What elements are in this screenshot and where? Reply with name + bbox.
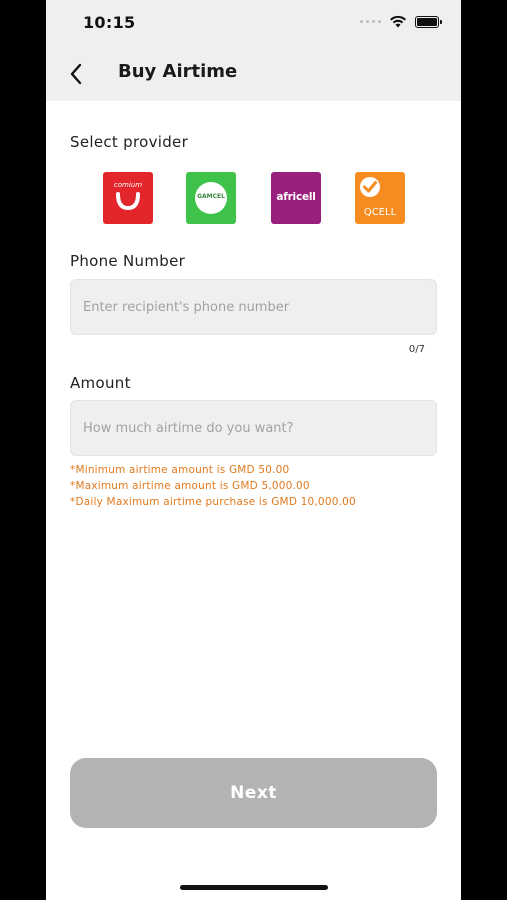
battery-icon	[415, 15, 442, 28]
provider-comium[interactable]: comium	[103, 172, 153, 224]
provider-qcell[interactable]: QCELL	[355, 172, 405, 224]
africell-logo-text: africell	[276, 191, 316, 203]
provider-label: Select provider	[70, 133, 189, 151]
back-button[interactable]	[64, 60, 88, 88]
phone-number-label: Phone Number	[70, 252, 186, 270]
comium-smile-icon	[116, 192, 140, 210]
min-amount-note: *Minimum airtime amount is GMD 50.00	[70, 464, 290, 476]
wifi-icon	[390, 15, 406, 28]
phone-number-input[interactable]	[83, 280, 423, 334]
phone-number-counter: 0/7	[408, 344, 425, 355]
page-title: Buy Airtime	[118, 61, 238, 82]
provider-list: comium GAMCEL africell QCELL	[46, 172, 461, 224]
next-button[interactable]: Next	[70, 758, 437, 828]
qcell-check-icon	[360, 177, 380, 197]
provider-africell[interactable]: africell	[271, 172, 321, 224]
chevron-left-icon	[70, 63, 82, 85]
daily-max-note: *Daily Maximum airtime purchase is GMD 1…	[70, 496, 356, 508]
amount-field[interactable]	[70, 400, 437, 456]
home-indicator	[180, 885, 328, 890]
screen: 10:15 Buy Airtime Select provider comium	[46, 0, 461, 900]
top-bar: 10:15 Buy Airtime	[46, 0, 461, 101]
amount-label: Amount	[70, 374, 131, 392]
qcell-logo-text: QCELL	[363, 207, 397, 218]
status-icons	[360, 15, 442, 28]
provider-gamcel[interactable]: GAMCEL	[186, 172, 236, 224]
amount-input[interactable]	[83, 401, 423, 455]
phone-number-field[interactable]	[70, 279, 437, 335]
gamcel-logo-text: GAMCEL	[197, 193, 225, 200]
signal-icon	[360, 20, 381, 23]
max-amount-note: *Maximum airtime amount is GMD 5,000.00	[70, 480, 310, 492]
status-time: 10:15	[83, 13, 136, 32]
comium-logo-text: comium	[113, 181, 143, 189]
